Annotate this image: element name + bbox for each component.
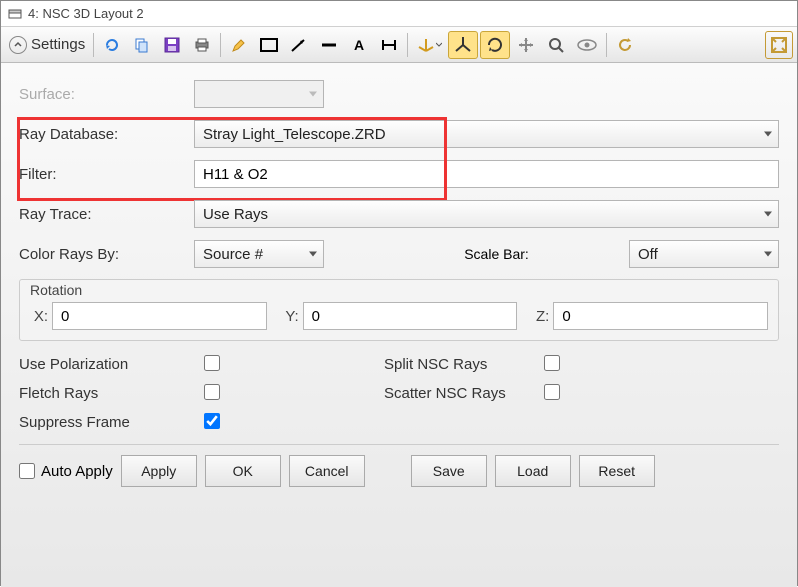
scatter-nsc-checkbox[interactable] <box>544 384 560 400</box>
ray-database-label: Ray Database: <box>19 126 194 143</box>
print-button[interactable] <box>188 31 216 59</box>
dimension-tool-icon[interactable] <box>375 31 403 59</box>
auto-apply-checkbox[interactable] <box>19 463 35 479</box>
rot-x-input[interactable] <box>52 302 267 330</box>
button-bar: Auto Apply Apply OK Cancel Save Load Res… <box>19 455 779 487</box>
pencil-icon[interactable] <box>225 31 253 59</box>
suppress-frame-checkbox[interactable] <box>204 413 220 429</box>
filter-label: Filter: <box>19 166 194 183</box>
scale-bar-value: Off <box>638 246 658 263</box>
split-nsc-label: Split NSC Rays <box>384 356 544 373</box>
ray-trace-label: Ray Trace: <box>19 206 194 223</box>
rot-y-label: Y: <box>281 308 299 325</box>
view-icon[interactable] <box>572 31 602 59</box>
color-rays-combo[interactable]: Source # <box>194 240 324 268</box>
settings-button[interactable]: Settings <box>5 31 89 59</box>
rot-y-input[interactable] <box>303 302 518 330</box>
use-polarization-label: Use Polarization <box>19 356 204 373</box>
color-rays-label: Color Rays By: <box>19 246 194 263</box>
scale-bar-label: Scale Bar: <box>324 246 629 262</box>
pan-mode-button[interactable] <box>512 31 540 59</box>
surface-label: Surface: <box>19 86 194 103</box>
save-button[interactable]: Save <box>411 455 487 487</box>
ok-button[interactable]: OK <box>205 455 281 487</box>
rotation-legend: Rotation <box>30 282 768 298</box>
expand-icon <box>9 36 27 54</box>
apply-button[interactable]: Apply <box>121 455 197 487</box>
suppress-frame-label: Suppress Frame <box>19 414 204 431</box>
fit-window-button[interactable] <box>765 31 793 59</box>
reset-view-button[interactable] <box>611 31 639 59</box>
ray-database-value: Stray Light_Telescope.ZRD <box>203 126 386 143</box>
surface-combo <box>194 80 324 108</box>
axes-mode1-button[interactable] <box>448 31 478 59</box>
ray-trace-combo[interactable]: Use Rays <box>194 200 779 228</box>
line-tool-icon[interactable] <box>315 31 343 59</box>
fletch-rays-label: Fletch Rays <box>19 385 204 402</box>
ray-database-combo[interactable]: Stray Light_Telescope.ZRD <box>194 120 779 148</box>
svg-text:A: A <box>354 37 364 53</box>
ray-trace-value: Use Rays <box>203 206 268 223</box>
title-bar: 4: NSC 3D Layout 2 <box>1 1 797 27</box>
window-title: 4: NSC 3D Layout 2 <box>28 6 144 21</box>
scatter-nsc-label: Scatter NSC Rays <box>384 385 544 402</box>
filter-input[interactable] <box>194 160 779 188</box>
toolbar: Settings A <box>1 27 797 63</box>
rot-z-input[interactable] <box>553 302 768 330</box>
window-icon <box>7 6 23 22</box>
split-nsc-checkbox[interactable] <box>544 355 560 371</box>
rectangle-tool-icon[interactable] <box>255 31 283 59</box>
auto-apply-label[interactable]: Auto Apply <box>19 463 113 480</box>
arrow-tool-icon[interactable] <box>285 31 313 59</box>
fletch-rays-checkbox[interactable] <box>204 384 220 400</box>
rotate-mode-button[interactable] <box>480 31 510 59</box>
use-polarization-checkbox[interactable] <box>204 355 220 371</box>
load-button[interactable]: Load <box>495 455 571 487</box>
settings-label: Settings <box>31 36 85 53</box>
text-tool-icon[interactable]: A <box>345 31 373 59</box>
scale-bar-combo[interactable]: Off <box>629 240 779 268</box>
settings-panel: Surface: Ray Database: Stray Light_Teles… <box>1 63 797 587</box>
rotation-group: Rotation X: Y: Z: <box>19 279 779 341</box>
cancel-button[interactable]: Cancel <box>289 455 365 487</box>
zoom-button[interactable] <box>542 31 570 59</box>
color-rays-value: Source # <box>203 246 263 263</box>
separator <box>19 444 779 445</box>
axes-icon[interactable] <box>412 31 446 59</box>
copy-button[interactable] <box>128 31 156 59</box>
refresh-button[interactable] <box>98 31 126 59</box>
rot-z-label: Z: <box>531 308 549 325</box>
reset-button[interactable]: Reset <box>579 455 655 487</box>
save-view-button[interactable] <box>158 31 186 59</box>
rot-x-label: X: <box>30 308 48 325</box>
